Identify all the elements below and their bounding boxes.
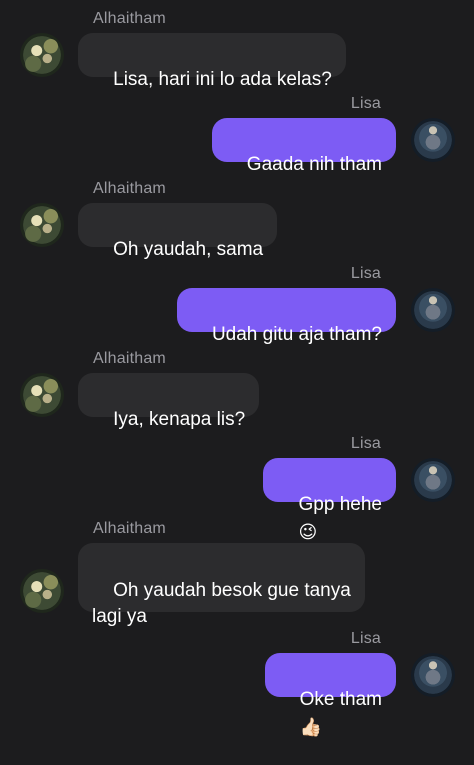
sender-name: Alhaitham: [93, 180, 166, 197]
alhaitham-avatar-icon[interactable]: [20, 33, 64, 77]
sender-name: Alhaitham: [93, 350, 166, 367]
message-text: Gaada nih tham: [246, 154, 382, 175]
message-bubble[interactable]: Gpp hehe 😉: [263, 458, 396, 541]
alhaitham-avatar-icon[interactable]: [20, 569, 64, 613]
sender-name: Lisa: [350, 265, 381, 282]
message-bubble[interactable]: Gaada nih tham: [211, 118, 396, 175]
message-text: Oh yaudah, sama: [113, 239, 264, 260]
sender-name: Lisa: [350, 435, 381, 452]
alhaitham-avatar-icon[interactable]: [20, 203, 64, 247]
lisa-avatar-icon[interactable]: [411, 118, 455, 162]
message-text: Iya, kenapa lis?: [113, 409, 246, 430]
message-bubble[interactable]: Oke tham 👍🏻: [264, 653, 396, 736]
sender-name: Alhaitham: [93, 10, 166, 27]
message-text: Udah gitu aja tham?: [211, 324, 382, 345]
sender-name: Lisa: [350, 630, 381, 647]
wink-emoji-icon: 😉: [298, 522, 318, 542]
message-text: Lisa, hari ini lo ada kelas?: [113, 69, 332, 90]
message-bubble[interactable]: Udah gitu aja tham?: [176, 288, 396, 345]
message-text: Oh yaudah besok gue tanya lagi ya: [92, 580, 351, 627]
message-bubble[interactable]: Oh yaudah, sama: [78, 203, 278, 260]
lisa-avatar-icon[interactable]: [411, 458, 455, 502]
thumbs-up-emoji-icon: 👍🏻: [299, 717, 323, 737]
message-text: Gpp hehe: [298, 494, 382, 515]
message-text: Oke tham: [299, 689, 382, 710]
message-bubble[interactable]: Iya, kenapa lis?: [78, 373, 260, 430]
message-bubble[interactable]: Oh yaudah besok gue tanya lagi ya: [78, 543, 365, 627]
lisa-avatar-icon[interactable]: [411, 653, 455, 697]
message-bubble[interactable]: Lisa, hari ini lo ada kelas?: [78, 33, 346, 90]
lisa-avatar-icon[interactable]: [411, 288, 455, 332]
sender-name: Alhaitham: [93, 520, 166, 537]
sender-name: Lisa: [350, 95, 381, 112]
alhaitham-avatar-icon[interactable]: [20, 373, 64, 417]
